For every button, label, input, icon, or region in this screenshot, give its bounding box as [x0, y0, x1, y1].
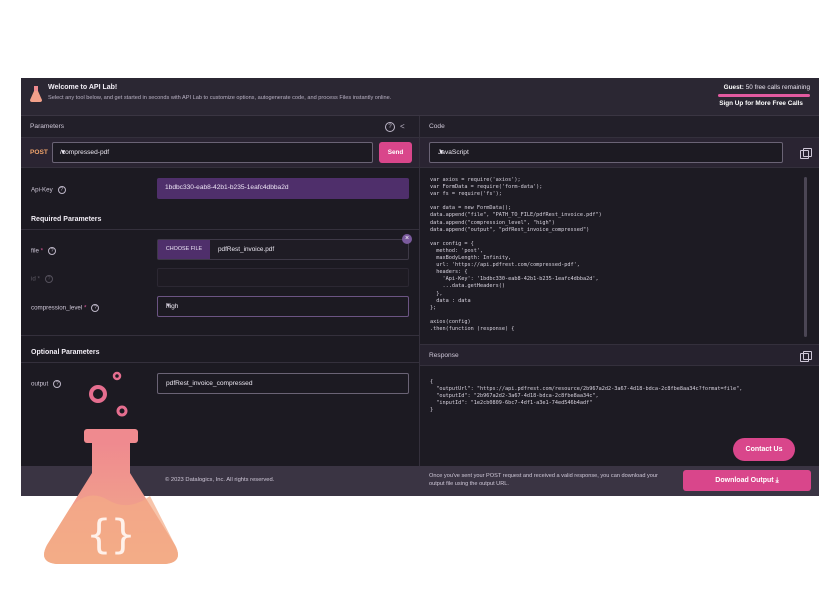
download-output-label: Download Output — [715, 477, 774, 484]
id-label-text: id — [31, 275, 36, 283]
language-row: JavaScript ▼ — [420, 138, 819, 168]
choose-file-button[interactable]: CHOOSE FILE — [158, 240, 210, 259]
chevron-down-icon: ▼ — [438, 149, 445, 156]
code-line: method: 'post', — [430, 247, 484, 254]
banner-title: Welcome to API Lab! — [48, 84, 118, 91]
api-key-label: Api-Key? — [31, 186, 66, 194]
parameters-title: Parameters — [30, 123, 65, 130]
welcome-banner: Welcome to API Lab! Select any tool belo… — [21, 78, 819, 116]
request-row: POST /compressed-pdf ▼ Send — [21, 138, 419, 168]
response-line: { — [430, 379, 434, 385]
remove-file-icon[interactable]: × — [402, 234, 412, 244]
optional-parameters-title: Optional Parameters — [31, 349, 100, 356]
divider — [21, 229, 420, 230]
svg-text:{}: {} — [87, 512, 135, 558]
response-line: "inputId": "1e2cb0809-6bc7-4df1-a3e1-74e… — [430, 400, 593, 407]
language-select[interactable]: JavaScript ▼ — [429, 142, 783, 163]
file-label: file *? — [31, 247, 57, 255]
chevron-down-icon: ▼ — [166, 303, 171, 309]
code-line: headers: { — [430, 269, 468, 276]
file-name: pdfRest_invoice.pdf — [218, 246, 275, 253]
compression-level-select[interactable]: high × ▼ — [157, 296, 409, 317]
response-title: Response — [429, 352, 459, 359]
divider — [21, 362, 420, 363]
response-block: { "outputUrl": "https://api.pdfrest.com/… — [430, 379, 742, 414]
help-icon: ? — [44, 275, 53, 283]
help-icon[interactable]: ? — [57, 186, 66, 194]
flask-logo-icon — [30, 86, 42, 102]
code-line: var axios = require('axios'); — [430, 177, 521, 183]
response-header: Response — [420, 344, 819, 366]
guest-calls-remaining: 50 free calls remaining — [745, 84, 810, 91]
help-icon[interactable]: ? — [48, 247, 57, 255]
flask-logo-icon: {} — [44, 371, 178, 564]
file-label-text: file — [31, 247, 39, 255]
required-parameters-title: Required Parameters — [31, 216, 102, 223]
copy-icon[interactable] — [800, 351, 812, 362]
copy-icon[interactable] — [800, 148, 812, 159]
code-line: data.append("output", "pdfRest_invoice_c… — [430, 226, 590, 233]
code-line: data : data — [430, 297, 471, 304]
divider — [21, 335, 420, 336]
response-line: } — [430, 407, 434, 414]
code-header: Code — [420, 116, 819, 138]
code-line: data.append("compression_level", "high") — [430, 219, 555, 226]
code-line: var data = new FormData(); — [430, 205, 512, 212]
parameters-header: Parameters ? < — [21, 116, 419, 138]
id-input — [157, 268, 409, 287]
output-input[interactable]: pdfRest_invoice_compressed — [157, 373, 409, 394]
contact-us-button[interactable]: Contact Us — [733, 438, 795, 461]
endpoint-select[interactable]: /compressed-pdf ▼ — [52, 142, 373, 163]
id-label: id *? — [31, 275, 53, 283]
compression-level-label: compression_level *? — [31, 304, 100, 312]
help-icon[interactable]: ? — [91, 304, 100, 312]
code-line: ...data.getHeaders() — [430, 283, 505, 290]
code-block: var axios = require('axios'); var FormDat… — [430, 177, 800, 342]
scrollbar[interactable] — [804, 177, 807, 337]
download-note: Once you've sent your POST request and r… — [429, 473, 658, 487]
signup-link[interactable]: Sign Up for More Free Calls — [719, 100, 803, 107]
code-line: var FormData = require('form-data'); — [430, 184, 543, 191]
share-icon[interactable]: < — [400, 122, 405, 131]
code-line: }; — [430, 304, 437, 311]
code-line: 'Api-Key': '1bdbc330-eab8-42b1-b235-1eaf… — [430, 276, 599, 283]
response-line: "outputUrl": "https://api.pdfrest.com/re… — [430, 386, 743, 393]
download-output-button[interactable]: Download Output ⤓ — [683, 470, 811, 491]
download-icon: ⤓ — [775, 477, 779, 484]
code-line: var config = { — [430, 240, 474, 247]
banner-subtitle: Select any tool below, and get started i… — [48, 95, 392, 101]
compression-level-label-text: compression_level — [31, 304, 83, 312]
send-button[interactable]: Send — [379, 142, 412, 163]
code-line: axios(config) — [430, 318, 471, 325]
help-icon[interactable]: ? — [385, 122, 395, 132]
code-title: Code — [429, 123, 445, 130]
code-line: var fs = require('fs'); — [430, 191, 502, 198]
code-panel: Code JavaScript ▼ var axios = require('a… — [420, 116, 819, 466]
api-key-value: 1bdbc330-eab8-42b1-b235-1eafc4dbba2d — [165, 184, 289, 191]
code-line: data.append("file", "PATH_TO_FILE/pdfRes… — [430, 212, 602, 219]
guest-calls: Guest: 50 free calls remaining — [724, 84, 810, 91]
api-key-input[interactable]: 1bdbc330-eab8-42b1-b235-1eafc4dbba2d — [157, 178, 409, 199]
code-line: url: 'https://api.pdfrest.com/compressed… — [430, 262, 580, 269]
guest-label: Guest: — [723, 84, 744, 91]
code-line: }, — [430, 290, 443, 297]
code-line: maxBodyLength: Infinity, — [430, 255, 512, 262]
chevron-down-icon: ▼ — [60, 149, 67, 156]
calls-progress-bar — [718, 94, 810, 97]
response-line: "outputId": "2b967a2d2-3a67-4d18-bdca-2c… — [430, 393, 599, 400]
api-key-label-text: Api-Key — [31, 186, 53, 194]
file-input[interactable]: CHOOSE FILE pdfRest_invoice.pdf — [157, 239, 409, 260]
http-method: POST — [30, 149, 48, 156]
code-line: .then(function (response) { — [430, 325, 515, 332]
